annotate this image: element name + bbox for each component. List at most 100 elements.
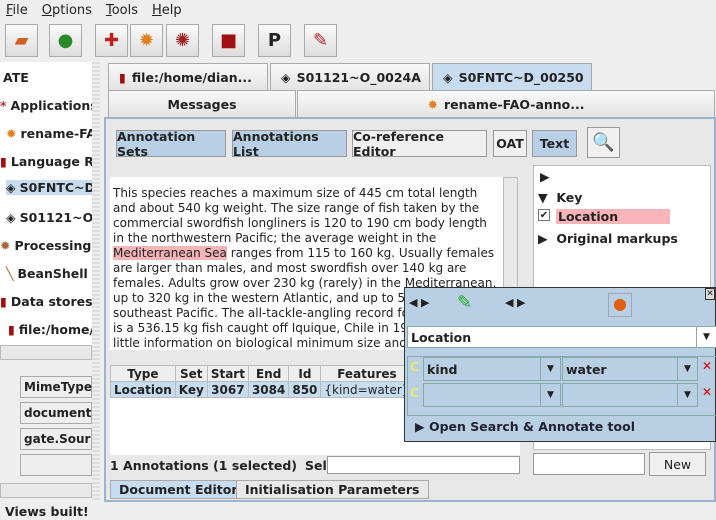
col-id[interactable]: Id [288, 365, 322, 382]
beanshell-icon: ╲ [6, 266, 14, 281]
tree-rename-fao[interactable]: ✹rename-FAO-anno... [6, 126, 92, 141]
table-hscrollbar[interactable] [0, 483, 92, 498]
col-set[interactable]: Set [174, 365, 208, 382]
datastore-icon: ▮ [119, 69, 126, 85]
expand-icon: ▶ [538, 231, 548, 246]
chevron-down-icon[interactable]: ▼ [677, 384, 697, 406]
splitter[interactable] [92, 62, 100, 500]
tab-document-editor[interactable]: Document Editor [110, 480, 247, 499]
annotation-diff-icon: ✎ [312, 30, 329, 51]
new-processing-resource-button[interactable]: ✹ [130, 24, 163, 57]
open-datastore-icon: ■ [219, 30, 237, 51]
pin-icon: ● [613, 294, 627, 313]
menu-options[interactable]: Options [42, 3, 92, 18]
annotation-editor-popup: ◀ ▶ ✎ ◀ ▶ ● ✕ Location ▼ C kind ▼ water ▼ ✕… [404, 287, 716, 442]
set-key[interactable]: ▼ Key [538, 190, 582, 205]
menu-bar: File Options Tools Help [0, 0, 716, 20]
menu-tools[interactable]: Tools [106, 3, 138, 18]
tab-rename-fao[interactable]: ✹ rename-FAO-anno... [297, 90, 715, 117]
tab-s0fntc[interactable]: ◈ S0FNTC~D_00250 [432, 63, 592, 90]
resource-features-table: MimeType document_type gate.SourceURL [0, 370, 92, 480]
feature-name-cell[interactable] [20, 454, 92, 476]
tree-doc-s0fntc[interactable]: ◈S0FNTC~D_00250 [6, 180, 92, 195]
tree-processing-resources[interactable]: ✹Processing Resources [0, 238, 92, 253]
document-icon: ◈ [6, 180, 16, 195]
select-input[interactable] [327, 456, 520, 474]
feature-name-cell[interactable]: document_type [20, 402, 92, 424]
feature-value-combo[interactable]: water ▼ [562, 357, 698, 381]
status-bar: Views built! [5, 504, 89, 519]
chevron-down-icon[interactable]: ▼ [540, 384, 560, 406]
annotations-list-button[interactable]: Annotations List [232, 129, 347, 159]
plugin-manager-icon: P [267, 30, 282, 51]
table-row[interactable]: Location Key 3067 3084 850 {kind=water} [110, 381, 414, 398]
col-end[interactable]: End [247, 365, 290, 382]
new-application-icon: ● [57, 30, 74, 51]
widen-narrow-arrows[interactable]: ◀ ▶ [505, 296, 525, 309]
tree-root[interactable]: ATE [3, 70, 29, 85]
new-set-button[interactable]: New [649, 452, 706, 476]
feature-name-combo[interactable]: kind ▼ [423, 357, 561, 381]
feature-name-cell[interactable]: MimeType [20, 376, 92, 398]
remove-feature-button[interactable]: ✕ [702, 359, 712, 373]
plugin-manager-button[interactable]: P [258, 24, 291, 57]
feature-value-combo[interactable]: ▼ [562, 383, 698, 407]
new-language-resource-button[interactable]: ✚ [95, 24, 128, 57]
tab-initialisation-parameters[interactable]: Initialisation Parameters [236, 480, 429, 499]
tree-datastores[interactable]: ▮ Data stores [0, 294, 92, 309]
datastore-icon: ▮ [0, 294, 7, 309]
oat-button[interactable]: OAT [493, 130, 527, 157]
feature-name-cell[interactable]: gate.SourceURL [20, 428, 92, 450]
search-button[interactable]: 🔍 [587, 127, 620, 158]
col-type[interactable]: Type [110, 365, 176, 382]
delete-icon: ✕ [702, 359, 713, 373]
document-icon: ◈ [281, 69, 291, 85]
coreference-editor-button[interactable]: Co-reference Editor [352, 129, 487, 159]
new-datastore-button[interactable]: ✺ [166, 24, 199, 57]
set-original-markups[interactable]: ▶ Original markups [538, 231, 678, 246]
highlighted-annotation[interactable]: Mediterranean Sea [113, 246, 227, 260]
chevron-down-icon[interactable]: ▼ [540, 358, 560, 380]
col-start[interactable]: Start [206, 365, 249, 382]
menu-file[interactable]: File [6, 3, 28, 18]
prev-next-annotation-arrows[interactable]: ◀ ▶ [409, 296, 429, 309]
load-resource-button[interactable]: ▰ [5, 24, 38, 57]
delete-icon: ✕ [702, 385, 713, 399]
pin-button[interactable]: ● [608, 293, 632, 317]
new-language-resource-icon: ✚ [103, 30, 120, 51]
expand-default-set-icon[interactable]: ▶ [540, 169, 550, 184]
feature-name-combo[interactable]: ▼ [423, 383, 561, 407]
chevron-down-icon[interactable]: ▼ [696, 327, 716, 347]
new-application-button[interactable]: ● [49, 24, 82, 57]
delete-annotation-button[interactable]: ✎ [457, 292, 472, 313]
collapse-icon: ▼ [538, 190, 548, 205]
load-resource-icon: ▰ [14, 30, 29, 51]
tree-applications[interactable]: * Applications [0, 98, 92, 113]
annotation-diff-button[interactable]: ✎ [304, 24, 337, 57]
tree-beanshell[interactable]: ╲ BeanShell [6, 266, 88, 281]
col-features[interactable]: Features [320, 365, 414, 382]
checkbox-checked-icon[interactable]: ✔ [538, 209, 550, 221]
remove-feature-button[interactable]: ✕ [702, 385, 712, 399]
close-button[interactable]: ✕ [705, 288, 715, 300]
text-button[interactable]: Text [532, 130, 577, 157]
tree-hscrollbar[interactable] [0, 345, 92, 360]
annotations-status: 1 Annotations (1 selected)Select: [110, 458, 354, 473]
menu-help[interactable]: Help [152, 3, 182, 18]
language-resource-icon: ▮ [0, 154, 7, 169]
tab-messages[interactable]: Messages [108, 90, 296, 117]
type-location[interactable]: ✔ Location [538, 209, 670, 224]
tab-s01121[interactable]: ◈ S01121~O_0024A [270, 63, 430, 90]
tree-doc-s01121[interactable]: ◈S01121~O_0024A [6, 210, 92, 225]
close-icon: ✕ [706, 289, 714, 299]
annotation-sets-button[interactable]: Annotation Sets [116, 129, 226, 159]
chevron-down-icon[interactable]: ▼ [677, 358, 697, 380]
open-datastore-button[interactable]: ■ [212, 24, 245, 57]
new-set-name-input[interactable] [533, 453, 645, 475]
tree-datastore-file[interactable]: ▮file:/home/dian... [8, 322, 92, 337]
pencil-delete-icon: ✎ [457, 292, 473, 313]
open-search-annotate-toggle[interactable]: ▶ Open Search & Annotate tool [415, 419, 635, 434]
tree-language-resources[interactable]: ▮Language Resources [0, 154, 92, 169]
tab-datastore[interactable]: ▮ file:/home/dian... [108, 63, 268, 90]
annotation-type-combo[interactable]: Location ▼ [407, 326, 716, 348]
